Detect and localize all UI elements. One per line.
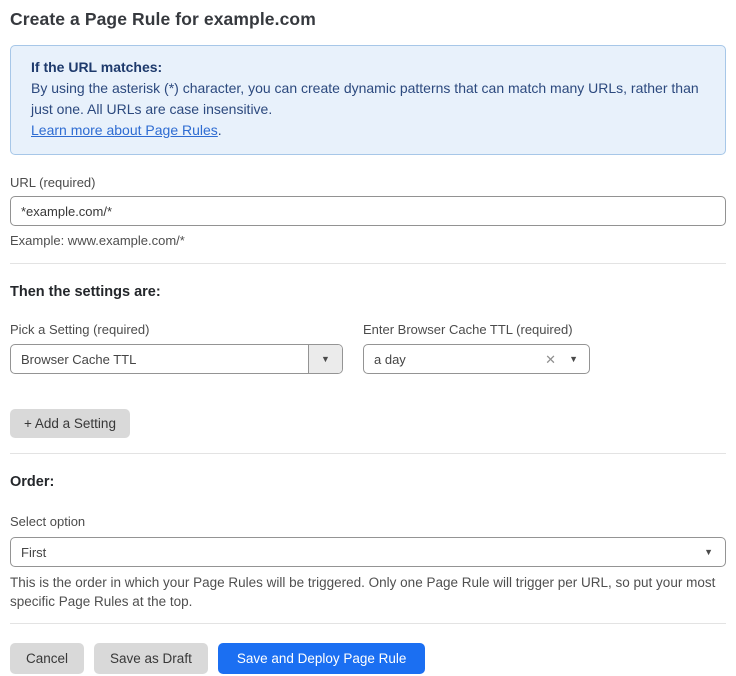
learn-more-link[interactable]: Learn more about Page Rules: [31, 122, 218, 138]
ttl-select-icons: ✕ ▼: [545, 345, 589, 373]
link-period: .: [218, 122, 222, 138]
info-box-link-line: Learn more about Page Rules.: [31, 120, 705, 141]
ttl-select-group: Enter Browser Cache TTL (required) a day…: [363, 322, 590, 374]
cancel-button[interactable]: Cancel: [10, 643, 84, 674]
order-select[interactable]: First ▼: [10, 537, 726, 567]
chevron-down-icon: ▼: [704, 548, 713, 557]
order-select-value: First: [11, 538, 704, 566]
url-field-label: URL (required): [10, 175, 726, 190]
order-select-arrow: ▼: [704, 538, 725, 566]
save-as-draft-button[interactable]: Save as Draft: [94, 643, 208, 674]
url-input[interactable]: [10, 196, 726, 226]
chevron-down-icon: ▼: [569, 355, 578, 364]
clear-icon[interactable]: ✕: [545, 353, 556, 366]
order-select-label: Select option: [10, 514, 726, 529]
url-example-text: Example: www.example.com/*: [10, 233, 726, 248]
setting-select-label: Pick a Setting (required): [10, 322, 343, 337]
setting-select-value: Browser Cache TTL: [11, 345, 308, 373]
setting-select-arrow-button[interactable]: ▼: [308, 345, 342, 373]
ttl-select[interactable]: a day ✕ ▼: [363, 344, 590, 374]
info-box-heading: If the URL matches:: [31, 57, 705, 78]
ttl-select-label: Enter Browser Cache TTL (required): [363, 322, 590, 337]
add-setting-button[interactable]: + Add a Setting: [10, 409, 130, 438]
settings-section-heading: Then the settings are:: [10, 284, 726, 300]
page-rule-form: Create a Page Rule for example.com If th…: [0, 0, 736, 674]
setting-select[interactable]: Browser Cache TTL ▼: [10, 344, 343, 374]
url-match-info-box: If the URL matches: By using the asteris…: [10, 45, 726, 155]
ttl-select-value: a day: [364, 345, 545, 373]
chevron-down-icon: ▼: [321, 355, 330, 364]
order-helper-text: This is the order in which your Page Rul…: [10, 573, 726, 611]
divider: [10, 453, 726, 454]
setting-select-group: Pick a Setting (required) Browser Cache …: [10, 322, 343, 374]
save-and-deploy-button[interactable]: Save and Deploy Page Rule: [218, 643, 426, 674]
settings-row: Pick a Setting (required) Browser Cache …: [10, 322, 726, 374]
divider: [10, 263, 726, 264]
info-box-body: By using the asterisk (*) character, you…: [31, 78, 705, 120]
page-title: Create a Page Rule for example.com: [10, 9, 726, 30]
divider: [10, 623, 726, 624]
order-section-heading: Order:: [10, 474, 726, 490]
form-actions: Cancel Save as Draft Save and Deploy Pag…: [10, 643, 726, 674]
